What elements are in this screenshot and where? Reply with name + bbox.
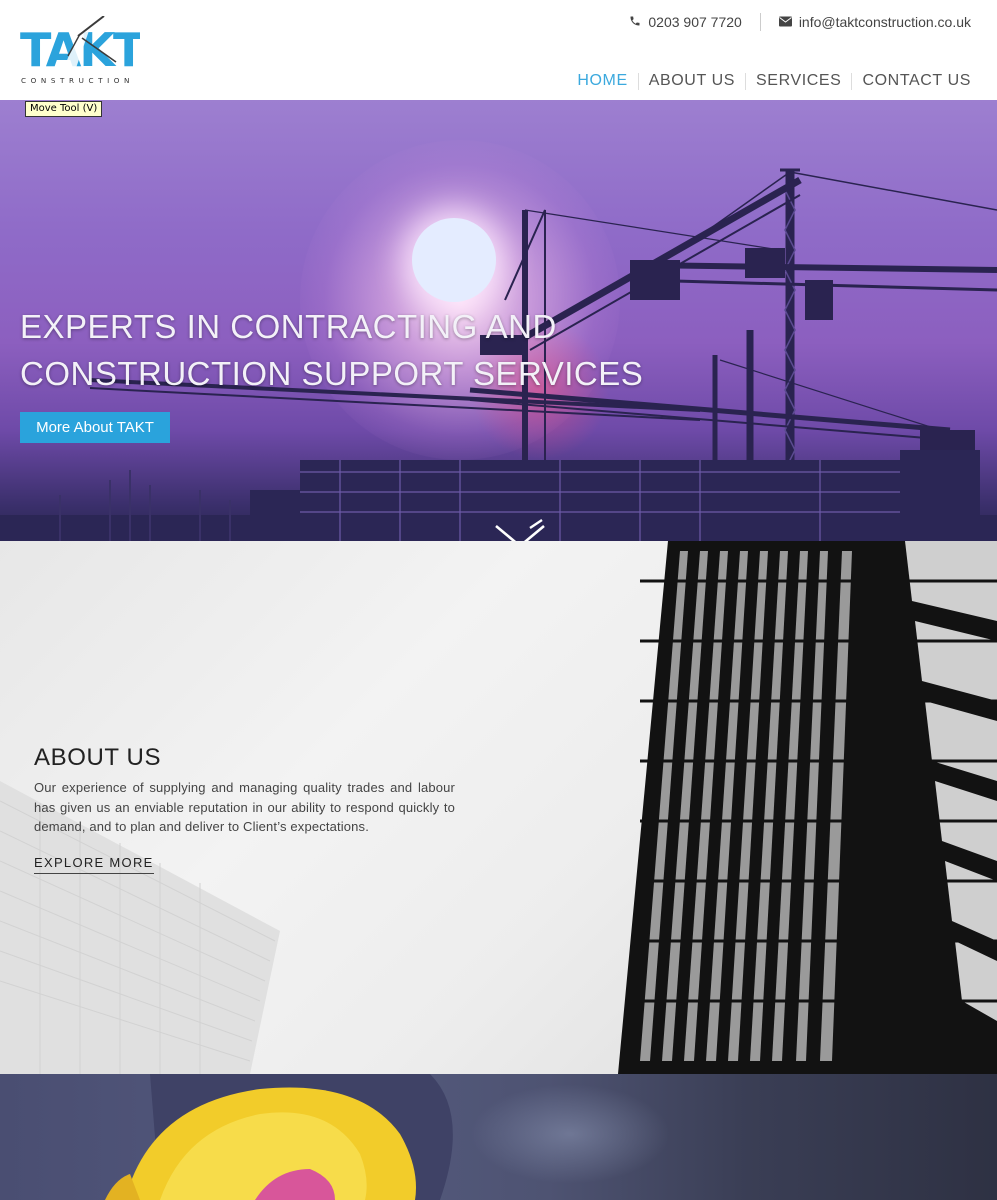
site-header: TAKT CONSTRUCTION 0203 907 7720 info@tak…: [0, 0, 997, 100]
about-description: Our experience of supplying and managing…: [34, 780, 455, 835]
phone-number: 0203 907 7720: [648, 14, 742, 30]
takt-logo[interactable]: TAKT CONSTRUCTION: [20, 15, 147, 86]
phone-icon: [629, 14, 641, 30]
nav-item-home[interactable]: HOME: [567, 72, 637, 90]
envelope-icon: [778, 14, 792, 30]
about-content: ABOUT US Our experience of supplying and…: [34, 744, 455, 874]
nav-item-about-us[interactable]: ABOUT US: [639, 72, 745, 90]
nav-item-contact-us[interactable]: CONTACT US: [852, 72, 971, 90]
hero-headline-line-1: EXPERTS IN CONTRACTING AND: [20, 308, 557, 345]
about-heading: ABOUT US: [34, 744, 162, 771]
main-nav: HOME ABOUT US SERVICES CONTACT US: [567, 72, 971, 90]
contact-bar: 0203 907 7720 info@taktconstruction.co.u…: [629, 13, 971, 31]
contact-divider: [759, 13, 761, 31]
hero-headline-line-2: CONSTRUCTION SUPPORT SERVICES: [20, 355, 644, 392]
email-contact[interactable]: info@taktconstruction.co.uk: [778, 14, 971, 30]
phone-contact[interactable]: 0203 907 7720: [629, 14, 742, 30]
more-about-takt-button[interactable]: More About TAKT: [20, 412, 170, 443]
nav-item-services[interactable]: SERVICES: [746, 72, 851, 90]
hero-banner: EXPERTS IN CONTRACTING AND CONSTRUCTION …: [0, 100, 997, 541]
hard-hat-illustration: [105, 1074, 453, 1200]
move-tool-tooltip: Move Tool (V): [25, 101, 103, 117]
about-section: ABOUT US Our experience of supplying and…: [0, 541, 997, 1074]
chevron-down-icon[interactable]: [494, 518, 546, 541]
svg-text:CONSTRUCTION: CONSTRUCTION: [21, 76, 134, 85]
explore-more-link[interactable]: EXPLORE MORE: [34, 855, 154, 874]
services-teaser-section: [0, 1074, 997, 1200]
hero-headline: EXPERTS IN CONTRACTING AND CONSTRUCTION …: [20, 303, 720, 397]
email-address: info@taktconstruction.co.uk: [798, 14, 971, 30]
